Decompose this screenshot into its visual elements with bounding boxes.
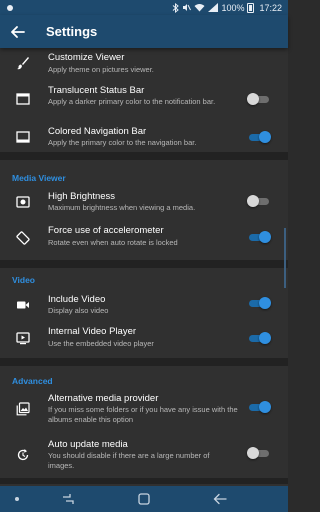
- status-bar-icon: [16, 93, 30, 105]
- switch-thumb: [259, 332, 271, 344]
- page-title: Settings: [46, 24, 98, 39]
- arrow-back-icon: [11, 25, 25, 38]
- item-summary: Display also video: [48, 306, 109, 315]
- switch-thumb: [259, 401, 271, 413]
- item-summary: If you miss some folders or if you have …: [48, 405, 238, 424]
- switch-thumb: [259, 297, 271, 309]
- battery-icon: [247, 2, 255, 13]
- force-accelerometer-switch[interactable]: [247, 231, 271, 243]
- status-bar: 100% 17:22: [0, 0, 288, 15]
- item-title: Translucent Status Bar: [48, 85, 145, 96]
- switch-thumb: [247, 447, 259, 459]
- notification-dot-icon: [7, 4, 13, 11]
- include-video-switch[interactable]: [247, 297, 271, 309]
- app-bar: Settings: [0, 15, 288, 48]
- force-accelerometer-item[interactable]: Force use of accelerometer Rotate even w…: [0, 222, 288, 254]
- colored-navigation-bar-switch[interactable]: [247, 131, 271, 143]
- bluetooth-icon: [173, 2, 180, 13]
- switch-thumb: [247, 195, 259, 207]
- auto-update-media-item[interactable]: Auto update media You should disable if …: [0, 436, 288, 478]
- internal-video-player-item[interactable]: Internal Video Player Use the embedded v…: [0, 322, 288, 354]
- section-header-advanced: Advanced: [12, 376, 53, 386]
- switch-thumb: [247, 93, 259, 105]
- section-header-video: Video: [12, 275, 35, 285]
- status-left: [6, 4, 14, 12]
- translucent-status-bar-switch[interactable]: [247, 93, 271, 105]
- recent-apps-button[interactable]: [61, 493, 75, 505]
- item-title: Colored Navigation Bar: [48, 126, 147, 137]
- item-title: Force use of accelerometer: [48, 225, 164, 236]
- item-summary: Rotate even when auto rotate is locked: [48, 238, 178, 247]
- translucent-status-bar-item[interactable]: Translucent Status Bar Apply a darker pr…: [0, 82, 288, 116]
- scrollbar[interactable]: [284, 228, 286, 288]
- item-title: High Brightness: [48, 191, 116, 202]
- navigation-bar-icon: [16, 131, 30, 143]
- item-summary: Maximum brightness when viewing a media.: [48, 203, 196, 212]
- item-title: Internal Video Player: [48, 326, 137, 337]
- customize-viewer-item[interactable]: Customize Viewer Apply theme on pictures…: [0, 48, 288, 76]
- high-brightness-item[interactable]: High Brightness Maximum brightness when …: [0, 186, 288, 216]
- item-title: Alternative media provider: [48, 393, 159, 404]
- item-summary: Apply the primary color to the navigatio…: [48, 138, 197, 147]
- item-summary: Apply a darker primary color to the noti…: [48, 97, 216, 106]
- item-title: Customize Viewer: [48, 52, 125, 63]
- item-title: Auto update media: [48, 439, 128, 450]
- photo-library-icon: [16, 402, 30, 416]
- item-summary: You should disable if there are a large …: [48, 451, 210, 470]
- colored-navigation-bar-item[interactable]: Colored Navigation Bar Apply the primary…: [0, 122, 288, 152]
- dot-icon: [15, 497, 19, 501]
- video-player-icon: [16, 332, 30, 345]
- include-video-item[interactable]: Include Video Display also video: [0, 290, 288, 320]
- alternative-media-provider-switch[interactable]: [247, 401, 271, 413]
- videocam-icon: [17, 301, 29, 309]
- internal-video-player-switch[interactable]: [247, 332, 271, 344]
- wifi-icon: [194, 4, 205, 12]
- status-time: 17:22: [259, 2, 282, 13]
- item-summary: Apply theme on pictures viewer.: [48, 65, 154, 74]
- signal-icon: [208, 3, 219, 12]
- switch-thumb: [259, 131, 271, 143]
- battery-percentage: 100%: [221, 2, 245, 13]
- switch-thumb: [259, 231, 271, 243]
- brightness-icon: [16, 196, 30, 208]
- back-button[interactable]: [0, 15, 36, 48]
- item-title: Include Video: [48, 294, 106, 305]
- high-brightness-switch[interactable]: [247, 195, 271, 207]
- auto-update-icon: [17, 449, 29, 461]
- alternative-media-provider-item[interactable]: Alternative media provider If you miss s…: [0, 390, 288, 432]
- section-header-media-viewer: Media Viewer: [12, 173, 66, 183]
- settings-list[interactable]: Customize Viewer Apply theme on pictures…: [0, 48, 288, 486]
- auto-update-media-switch[interactable]: [247, 447, 271, 459]
- screen-rotation-icon: [16, 231, 30, 245]
- back-nav-button[interactable]: [213, 493, 227, 505]
- mute-icon: [183, 4, 192, 11]
- brush-icon: [17, 57, 29, 70]
- item-summary: Use the embedded video player: [48, 339, 154, 348]
- home-button[interactable]: [138, 493, 150, 505]
- system-navigation-bar: [0, 486, 288, 512]
- status-right: 100% 17:22: [172, 2, 282, 13]
